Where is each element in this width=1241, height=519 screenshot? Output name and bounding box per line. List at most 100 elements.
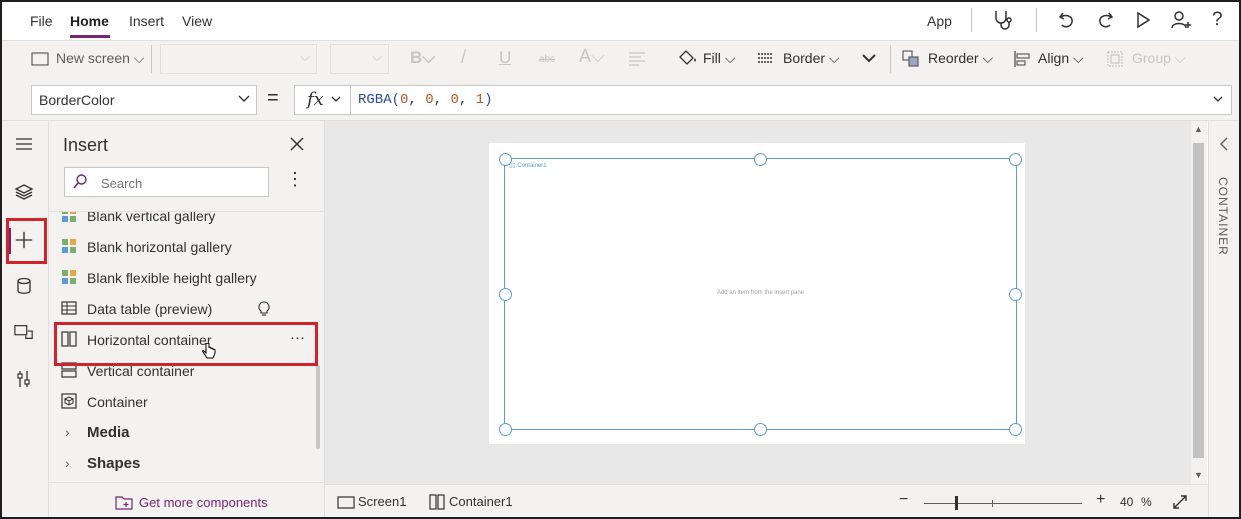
lightbulb-icon[interactable] bbox=[258, 301, 270, 317]
scrollbar-thumb[interactable] bbox=[1193, 143, 1204, 458]
chevron-down-icon: ⌵ bbox=[300, 49, 310, 64]
status-bar: Screen1 Container1 − + 40 % bbox=[325, 484, 1208, 517]
tree-view-layers-icon[interactable] bbox=[14, 183, 34, 201]
font-color-button[interactable]: A⌵ bbox=[579, 46, 605, 67]
resize-handle-bottom[interactable] bbox=[754, 423, 767, 436]
undo-icon[interactable] bbox=[1057, 10, 1077, 30]
fx-button[interactable]: fx bbox=[294, 85, 352, 115]
group-shapes[interactable]: › Shapes bbox=[49, 449, 317, 480]
group-icon bbox=[1107, 51, 1123, 67]
container-name-label: ▯▯ Container1 bbox=[509, 163, 547, 169]
property-dropdown[interactable]: BorderColor bbox=[31, 85, 257, 115]
fx-label: fx bbox=[307, 89, 324, 110]
scroll-down-icon[interactable]: ▼ bbox=[1194, 470, 1203, 480]
new-screen-icon bbox=[31, 52, 49, 66]
align-button[interactable]: Align ⌵ bbox=[1038, 50, 1084, 67]
zoom-unit: % bbox=[1141, 495, 1152, 509]
canvas-area: ▯▯ Container1 Add an item from the inser… bbox=[325, 121, 1191, 484]
resize-handle-top-right[interactable] bbox=[1009, 153, 1022, 166]
chevron-down-icon bbox=[331, 96, 341, 102]
zoom-slider-thumb[interactable] bbox=[955, 496, 958, 510]
help-icon[interactable]: ? bbox=[1212, 9, 1223, 31]
list-item-blank-horizontal-gallery[interactable]: Blank horizontal gallery bbox=[49, 232, 317, 263]
fit-to-window-icon[interactable] bbox=[1172, 494, 1188, 510]
underline-button[interactable]: U bbox=[499, 48, 511, 68]
play-icon[interactable] bbox=[1135, 11, 1151, 29]
strikethrough-button[interactable]: abc bbox=[539, 54, 555, 65]
properties-panel-collapsed[interactable]: CONTAINER bbox=[1208, 121, 1239, 517]
media-icon[interactable] bbox=[14, 323, 34, 341]
border-button[interactable]: Border ⌵ bbox=[783, 50, 840, 67]
group-button[interactable]: Group ⌵ bbox=[1132, 50, 1185, 67]
formula-input[interactable]: RGBA(0, 0, 0, 1) bbox=[350, 85, 1232, 115]
zoom-in-button[interactable]: + bbox=[1096, 491, 1105, 509]
ribbon: New screen ⌵ ⌵ ⌵ B⌵ / U abc A⌵ Fill ⌵ Bo… bbox=[2, 40, 1239, 78]
search-input[interactable] bbox=[99, 172, 263, 194]
get-more-components-link[interactable]: Get more components bbox=[139, 495, 268, 510]
resize-handle-top-left[interactable] bbox=[499, 153, 512, 166]
menu-home[interactable]: Home bbox=[70, 13, 109, 29]
list-item-data-table[interactable]: Data table (preview) bbox=[49, 294, 317, 325]
container-control[interactable]: ▯▯ Container1 Add an item from the inser… bbox=[504, 158, 1017, 430]
zoom-slider-track[interactable] bbox=[924, 503, 1082, 504]
gallery-icon bbox=[62, 239, 76, 253]
app-checker-label[interactable]: App bbox=[927, 13, 952, 29]
menu-insert[interactable]: Insert bbox=[129, 13, 164, 29]
resize-handle-top[interactable] bbox=[754, 153, 767, 166]
stethoscope-icon[interactable] bbox=[992, 9, 1014, 31]
reorder-button[interactable]: Reorder ⌵ bbox=[928, 50, 993, 67]
zoom-value: 40 bbox=[1120, 495, 1134, 509]
pane-title: Insert bbox=[63, 135, 109, 155]
fill-icon bbox=[679, 50, 696, 65]
chevron-down-icon[interactable] bbox=[861, 52, 877, 64]
menu-view[interactable]: View bbox=[182, 13, 212, 29]
scroll-up-icon[interactable]: ▲ bbox=[1194, 124, 1203, 134]
resize-handle-bottom-right[interactable] bbox=[1009, 423, 1022, 436]
chevron-right-icon: › bbox=[65, 455, 70, 471]
group-media[interactable]: › Media bbox=[49, 418, 317, 449]
italic-button[interactable]: / bbox=[461, 47, 466, 68]
hamburger-menu-icon[interactable] bbox=[14, 137, 34, 151]
formula-bar: BorderColor = fx RGBA(0, 0, 0, 1) bbox=[2, 77, 1239, 121]
pane-scrollbar[interactable] bbox=[316, 365, 320, 449]
screen-canvas[interactable]: ▯▯ Container1 Add an item from the inser… bbox=[489, 143, 1025, 444]
font-size-dropdown[interactable]: ⌵ bbox=[330, 44, 389, 74]
fill-button[interactable]: Fill ⌵ bbox=[703, 50, 735, 67]
property-value: BorderColor bbox=[39, 92, 115, 108]
list-item-container[interactable]: Container bbox=[49, 387, 317, 418]
redo-icon[interactable] bbox=[1095, 10, 1115, 30]
container-box-icon bbox=[61, 393, 77, 409]
zoom-slider-tick bbox=[992, 500, 993, 507]
menu-file[interactable]: File bbox=[30, 13, 53, 29]
text-align-icon[interactable] bbox=[628, 51, 646, 67]
close-icon[interactable] bbox=[290, 137, 304, 151]
canvas-vertical-scrollbar[interactable]: ▲ ▼ bbox=[1191, 121, 1207, 484]
breadcrumb-screen[interactable]: Screen1 bbox=[358, 494, 406, 509]
divider bbox=[49, 482, 324, 483]
new-screen-button[interactable]: New screen ⌵ bbox=[56, 50, 144, 67]
search-box[interactable] bbox=[64, 167, 269, 197]
highlight-insert-rail bbox=[6, 218, 47, 264]
divider bbox=[151, 45, 152, 73]
align-icon bbox=[1014, 51, 1030, 67]
list-item-blank-vertical-gallery[interactable]: Blank vertical gallery bbox=[49, 212, 317, 232]
container-empty-hint: Add an item from the insert pane bbox=[716, 290, 805, 296]
advanced-tools-icon[interactable] bbox=[14, 369, 34, 389]
list-item-blank-flexible-height-gallery[interactable]: Blank flexible height gallery bbox=[49, 263, 317, 294]
more-options-icon[interactable]: ⋮ bbox=[286, 169, 304, 190]
zoom-out-button[interactable]: − bbox=[899, 491, 908, 509]
properties-panel-label: CONTAINER bbox=[1216, 177, 1230, 256]
resize-handle-right[interactable] bbox=[1009, 288, 1022, 301]
app-window: File Home Insert View App ? New screen ⌵… bbox=[0, 0, 1241, 519]
data-cylinder-icon[interactable] bbox=[14, 277, 34, 295]
bold-button[interactable]: B⌵ bbox=[410, 48, 435, 68]
font-family-dropdown[interactable]: ⌵ bbox=[160, 44, 317, 74]
person-add-icon[interactable] bbox=[1170, 10, 1192, 30]
resize-handle-bottom-left[interactable] bbox=[499, 423, 512, 436]
breadcrumb-container[interactable]: Container1 bbox=[449, 494, 513, 509]
chevron-left-icon[interactable] bbox=[1219, 137, 1229, 151]
divider bbox=[890, 45, 891, 73]
expand-formula-icon[interactable] bbox=[1213, 96, 1223, 103]
resize-handle-left[interactable] bbox=[499, 288, 512, 301]
divider bbox=[971, 8, 972, 32]
